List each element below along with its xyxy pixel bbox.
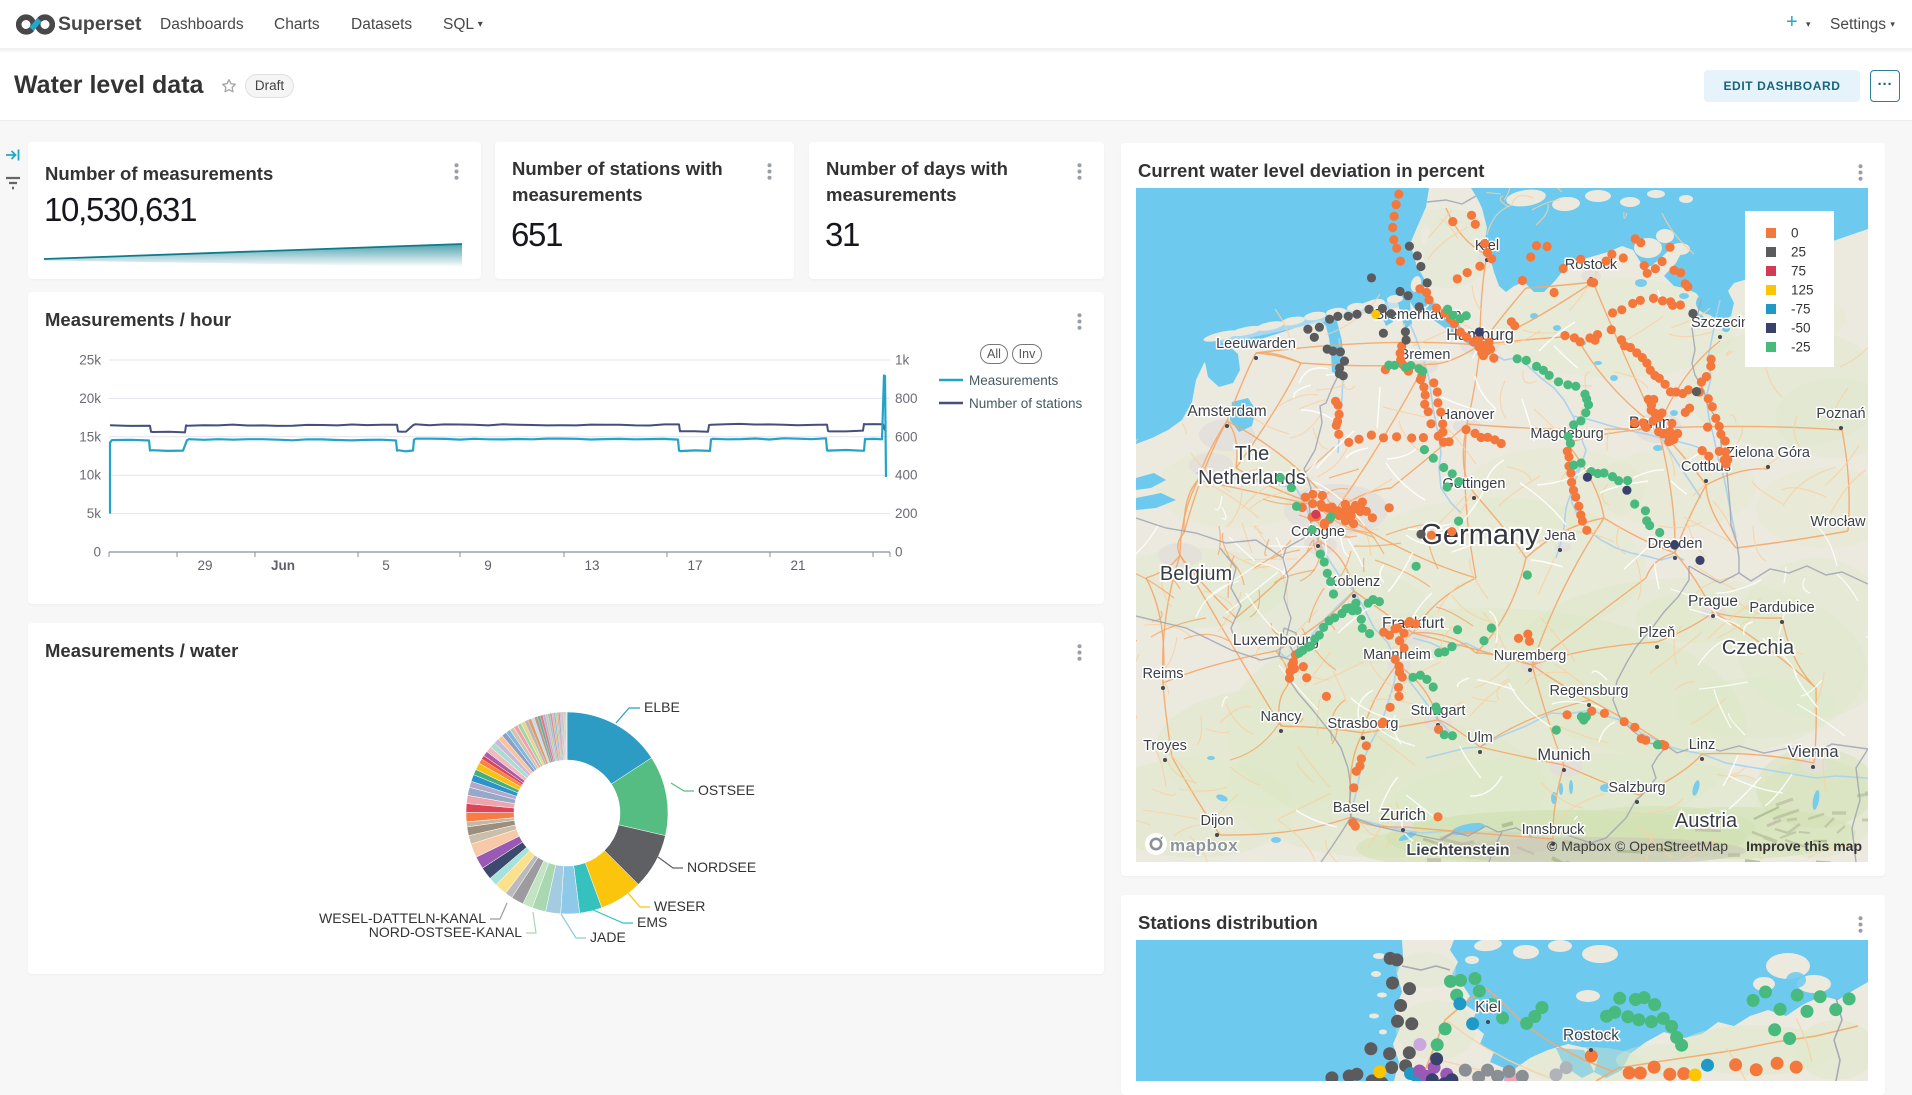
svg-text:Dijon: Dijon — [1200, 813, 1233, 829]
svg-text:Strasbourg: Strasbourg — [1328, 716, 1399, 732]
svg-text:Prague: Prague — [1688, 593, 1738, 610]
svg-text:Linz: Linz — [1689, 737, 1716, 753]
svg-text:Pardubice: Pardubice — [1749, 600, 1814, 616]
svg-text:15k: 15k — [79, 429, 101, 444]
svg-text:Vienna: Vienna — [1787, 743, 1839, 761]
svg-text:25k: 25k — [79, 353, 101, 368]
svg-text:WESER: WESER — [654, 898, 705, 914]
svg-text:-75: -75 — [1791, 302, 1811, 317]
svg-text:The: The — [1235, 443, 1269, 465]
svg-text:WESEL-DATTELN-KANAL: WESEL-DATTELN-KANAL — [319, 910, 486, 926]
svg-text:Göttingen: Göttingen — [1443, 476, 1506, 492]
svg-text:17: 17 — [687, 558, 702, 573]
svg-text:NORD-OSTSEE-KANAL: NORD-OSTSEE-KANAL — [369, 924, 522, 940]
svg-text:Belgium: Belgium — [1160, 563, 1232, 585]
svg-text:Measurements: Measurements — [969, 373, 1059, 388]
svg-text:0: 0 — [1791, 226, 1799, 241]
svg-text:Poznań: Poznań — [1816, 406, 1865, 422]
svg-text:Leeuwarden: Leeuwarden — [1216, 336, 1296, 352]
svg-text:Regensburg: Regensburg — [1550, 683, 1629, 699]
svg-text:0: 0 — [93, 545, 101, 560]
svg-text:Nancy: Nancy — [1260, 709, 1302, 725]
svg-text:800: 800 — [895, 391, 918, 406]
svg-text:EMS: EMS — [637, 914, 667, 930]
svg-text:Munich: Munich — [1537, 746, 1590, 764]
svg-text:400: 400 — [895, 468, 918, 483]
svg-text:NORDSEE: NORDSEE — [687, 859, 756, 875]
svg-text:Plzeň: Plzeň — [1639, 625, 1675, 641]
svg-text:600: 600 — [895, 429, 918, 444]
svg-text:Cologne: Cologne — [1291, 524, 1345, 540]
svg-text:25: 25 — [1791, 245, 1806, 260]
svg-text:-25: -25 — [1791, 340, 1811, 355]
svg-text:Zurich: Zurich — [1380, 806, 1426, 824]
svg-text:OSTSEE: OSTSEE — [698, 782, 755, 798]
svg-text:Bremen: Bremen — [1400, 347, 1451, 363]
svg-text:Germany: Germany — [1420, 519, 1540, 551]
svg-text:Basel: Basel — [1333, 800, 1369, 816]
svg-text:125: 125 — [1791, 283, 1814, 298]
svg-text:0: 0 — [895, 545, 903, 560]
svg-text:JADE: JADE — [590, 929, 626, 945]
svg-text:Jena: Jena — [1544, 528, 1576, 544]
svg-text:© Mapbox © OpenStreetMap: © Mapbox © OpenStreetMap — [1547, 838, 1728, 854]
svg-text:10k: 10k — [79, 468, 101, 483]
svg-text:13: 13 — [584, 558, 599, 573]
svg-text:5: 5 — [382, 558, 390, 573]
svg-text:Hanover: Hanover — [1440, 407, 1495, 423]
svg-text:Wrocław: Wrocław — [1810, 514, 1866, 530]
svg-text:Ulm: Ulm — [1467, 730, 1493, 746]
svg-text:Troyes: Troyes — [1143, 738, 1187, 754]
svg-text:Reims: Reims — [1142, 666, 1183, 682]
svg-text:Rostock: Rostock — [1563, 1027, 1619, 1044]
svg-text:-50: -50 — [1791, 321, 1811, 336]
svg-text:Koblenz: Koblenz — [1328, 574, 1380, 590]
svg-text:Zielona Góra: Zielona Góra — [1726, 445, 1811, 461]
svg-text:Innsbruck: Innsbruck — [1522, 822, 1586, 838]
svg-text:Improve this map: Improve this map — [1746, 838, 1862, 854]
svg-text:mapbox: mapbox — [1170, 836, 1238, 855]
svg-text:9: 9 — [484, 558, 492, 573]
svg-text:200: 200 — [895, 506, 918, 521]
svg-text:Number of stations: Number of stations — [969, 396, 1083, 411]
svg-text:Szczecin: Szczecin — [1691, 315, 1749, 331]
svg-text:Amsterdam: Amsterdam — [1187, 403, 1266, 420]
svg-text:21: 21 — [790, 558, 805, 573]
svg-text:1k: 1k — [895, 353, 910, 368]
svg-text:ELBE: ELBE — [644, 699, 680, 715]
svg-text:Nuremberg: Nuremberg — [1494, 648, 1567, 664]
svg-text:75: 75 — [1791, 264, 1806, 279]
svg-text:29: 29 — [197, 558, 212, 573]
svg-text:5k: 5k — [87, 506, 102, 521]
svg-text:Jun: Jun — [271, 558, 295, 573]
svg-text:Austria: Austria — [1675, 810, 1738, 832]
svg-text:Kiel: Kiel — [1475, 999, 1501, 1016]
svg-text:20k: 20k — [79, 391, 101, 406]
svg-text:Czechia: Czechia — [1722, 637, 1795, 659]
svg-text:Liechtenstein: Liechtenstein — [1406, 842, 1509, 859]
svg-text:Salzburg: Salzburg — [1608, 780, 1665, 796]
